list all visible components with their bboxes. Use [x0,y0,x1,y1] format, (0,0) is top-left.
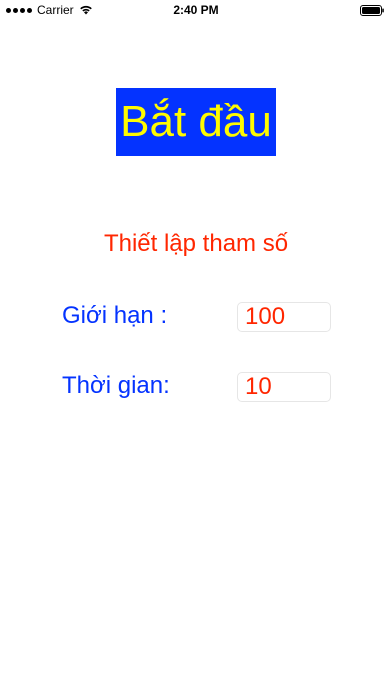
time-input[interactable] [237,372,331,402]
settings-title: Thiết lập tham số [103,230,289,257]
time-label: Thời gian: [62,372,170,399]
limit-label: Giới hạn : [62,302,168,329]
status-time: 2:40 PM [173,3,219,17]
status-bar: Carrier 2:40 PM [0,0,392,22]
limit-input[interactable] [237,302,331,332]
battery-icon [360,5,384,16]
start-button[interactable]: Bắt đầu [116,88,276,156]
